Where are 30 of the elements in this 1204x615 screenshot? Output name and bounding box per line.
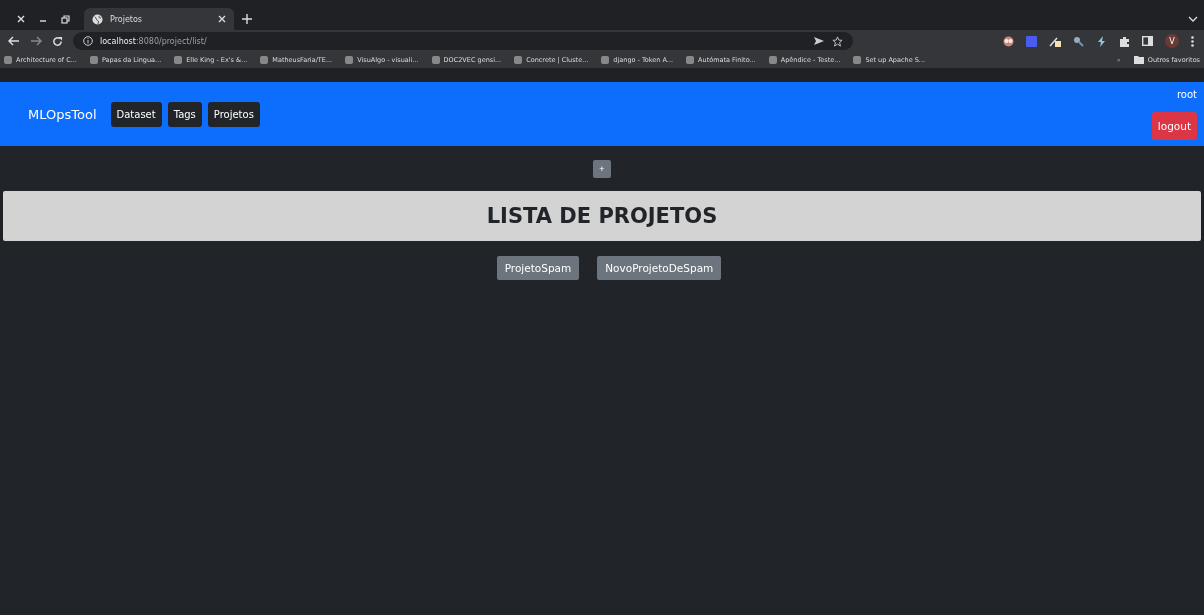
chevron-icon[interactable] bbox=[1188, 16, 1198, 22]
nav-link[interactable]: Dataset bbox=[110, 101, 162, 127]
profile-avatar[interactable]: V bbox=[1165, 34, 1179, 48]
forward-icon[interactable] bbox=[30, 36, 42, 46]
brand[interactable]: MLOpsTool bbox=[28, 106, 97, 122]
back-icon[interactable] bbox=[8, 36, 20, 46]
browser-tab[interactable]: Projetos bbox=[84, 8, 234, 30]
project-button[interactable]: ProjetoSpam bbox=[496, 256, 580, 280]
puzzle-icon[interactable] bbox=[1119, 35, 1130, 47]
send-icon[interactable] bbox=[813, 36, 825, 46]
add-button[interactable]: + bbox=[593, 159, 611, 178]
close-icon[interactable] bbox=[218, 15, 226, 23]
magnifier-icon[interactable] bbox=[1073, 35, 1084, 47]
side-panel-icon[interactable] bbox=[1142, 36, 1153, 46]
username: root bbox=[1176, 88, 1197, 100]
more-icon[interactable] bbox=[1191, 35, 1194, 47]
folder-icon bbox=[1133, 56, 1144, 64]
nav-link[interactable]: Tags bbox=[167, 101, 202, 127]
star-icon[interactable] bbox=[832, 35, 843, 47]
nav-link[interactable]: Projetos bbox=[207, 101, 260, 127]
new-tab-icon[interactable] bbox=[242, 14, 252, 24]
reload-icon[interactable] bbox=[52, 35, 63, 47]
project-button[interactable]: NovoProjetoDeSpam bbox=[597, 256, 722, 280]
bolt-icon[interactable] bbox=[1096, 35, 1107, 47]
pencil-icon[interactable] bbox=[1049, 35, 1061, 47]
info-icon bbox=[83, 36, 93, 46]
globe-icon bbox=[92, 13, 103, 25]
address-bar[interactable]: localhost:8080/project/list/ bbox=[73, 32, 853, 50]
logout-button[interactable]: logout bbox=[1151, 111, 1197, 140]
page-title: LISTA DE PROJETOS bbox=[486, 204, 718, 228]
